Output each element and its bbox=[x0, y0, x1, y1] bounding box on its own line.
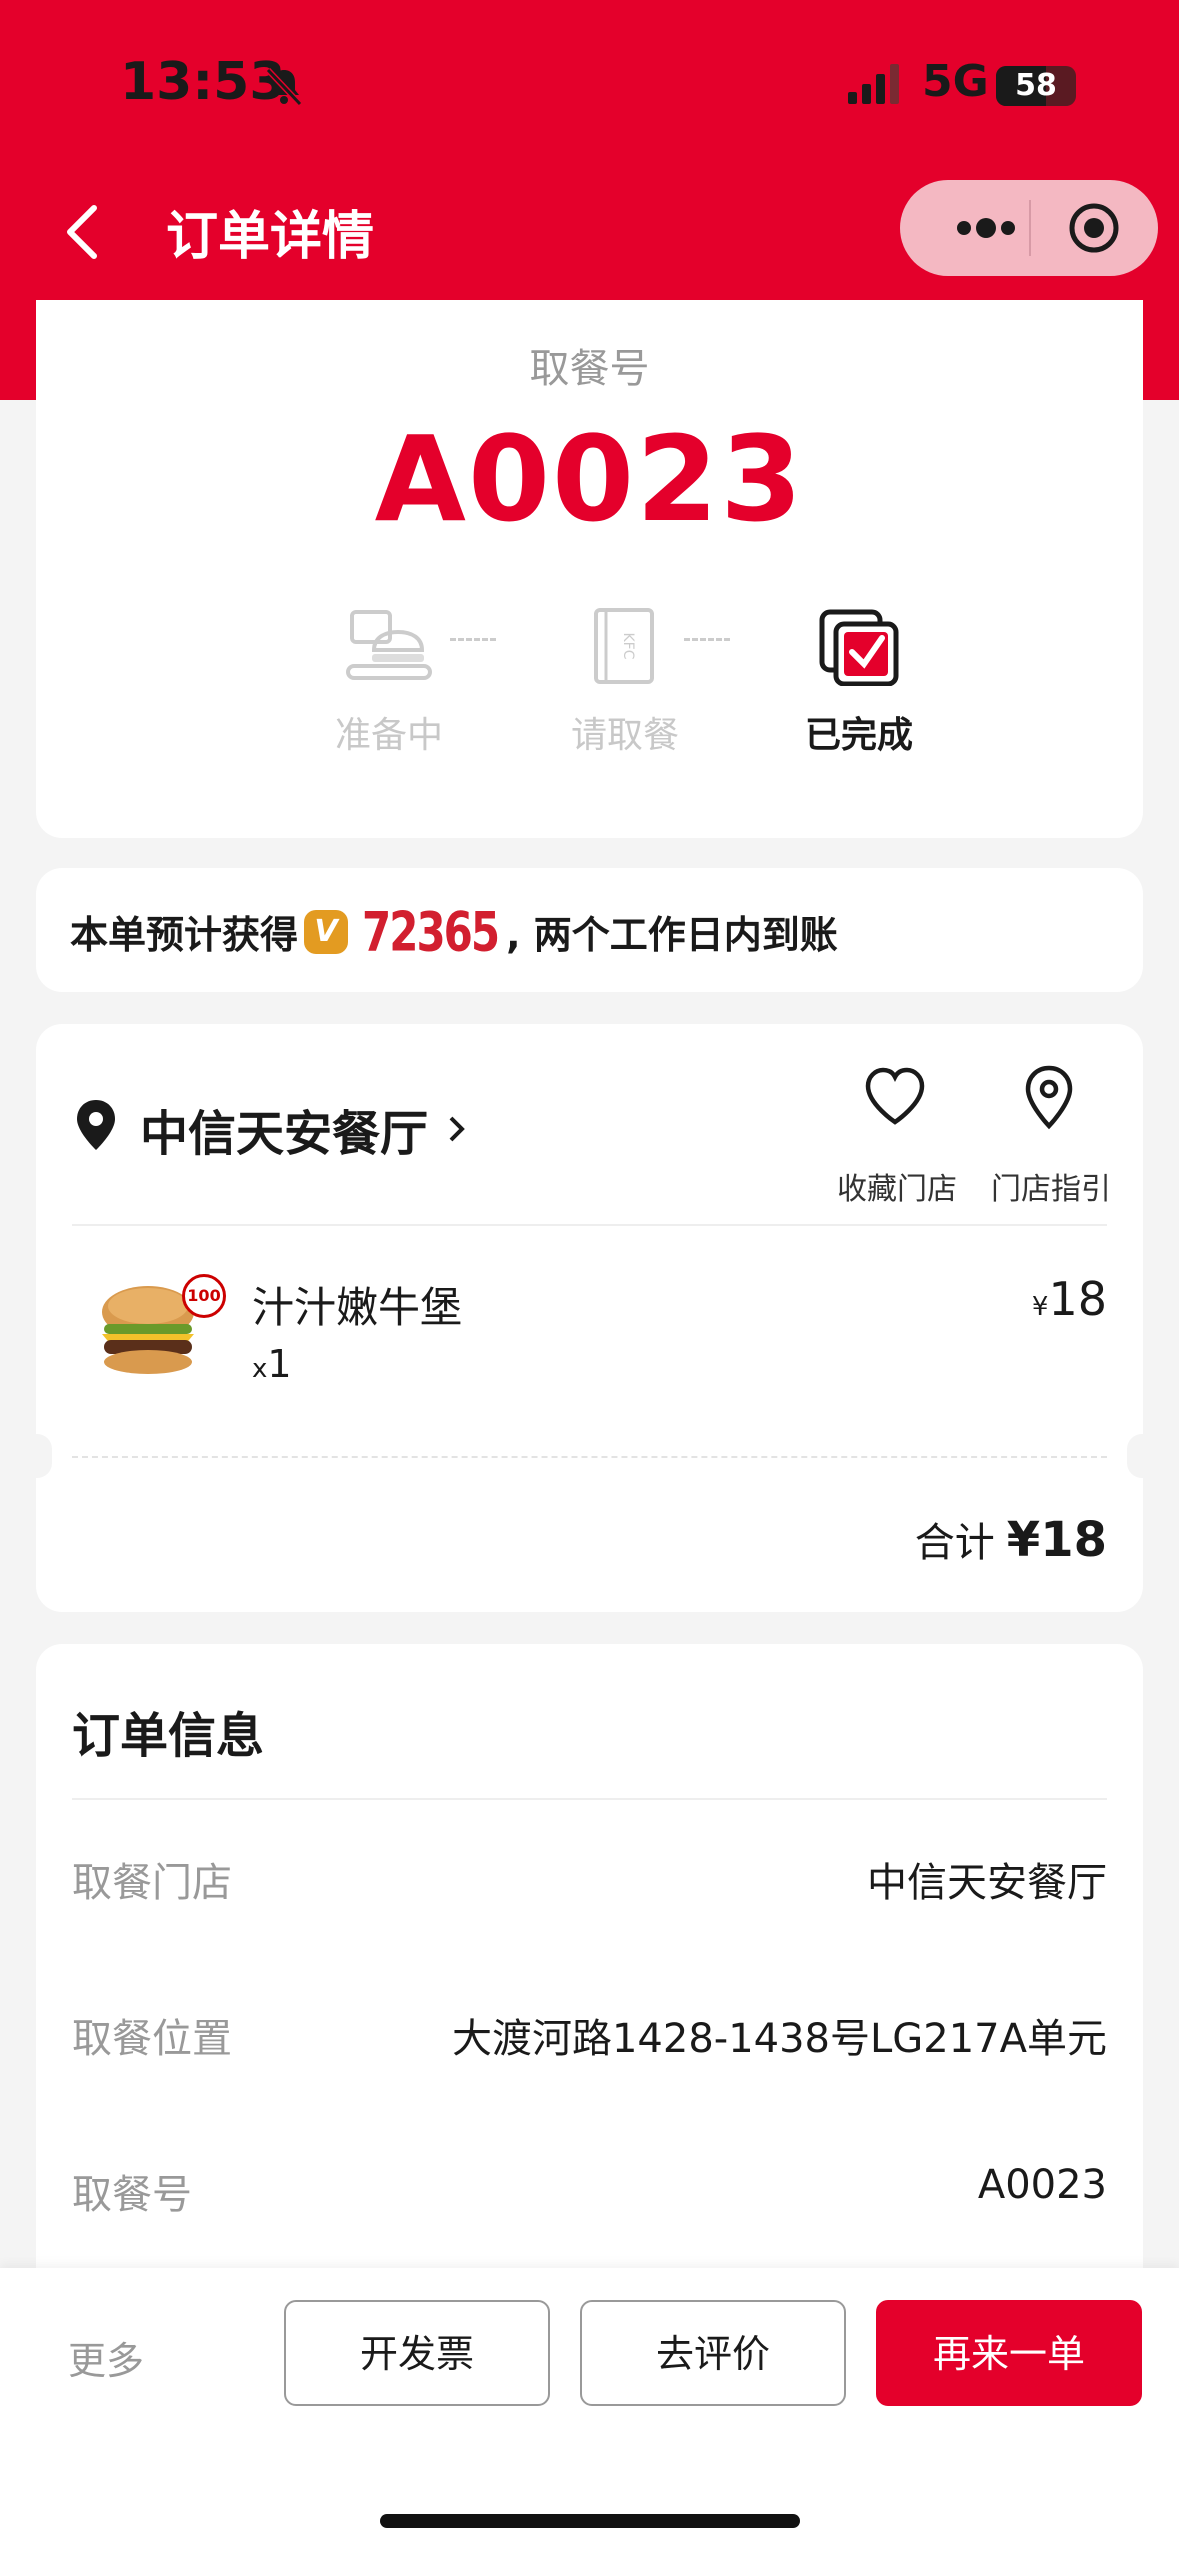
store-guide-button[interactable]: 门店指引 bbox=[986, 1064, 1111, 1207]
step-preparing: 准备中 bbox=[304, 606, 464, 756]
tray-icon bbox=[346, 610, 432, 680]
dashed-divider bbox=[72, 1456, 1107, 1458]
bag-icon: KFC bbox=[594, 608, 654, 684]
location-pin-icon bbox=[77, 1100, 115, 1150]
review-button[interactable]: 去评价 bbox=[580, 2300, 846, 2406]
chevron-right-icon[interactable] bbox=[446, 1114, 468, 1144]
points-text: 本单预计获得 V 72365 , 两个工作日内到账 bbox=[70, 900, 838, 964]
divider bbox=[72, 1224, 1107, 1226]
info-value: A0023 bbox=[977, 2162, 1107, 2208]
order-items-card: 中信天安餐厅 收藏门店 门店指引 100 汁汁嫩牛堡 x1 ¥18 合计 ¥18 bbox=[22, 1024, 1157, 1612]
info-value: 中信天安餐厅 bbox=[867, 1860, 1107, 1906]
invoice-button[interactable]: 开发票 bbox=[284, 2300, 550, 2406]
favorite-store-label: 收藏门店 bbox=[837, 1172, 957, 1207]
points-value: 72365 bbox=[362, 899, 500, 964]
order-info-title: 订单信息 bbox=[72, 1708, 265, 1764]
pickup-label: 取餐号 bbox=[529, 346, 650, 392]
pickup-number: A0023 bbox=[374, 410, 805, 548]
reorder-button[interactable]: 再来一单 bbox=[876, 2300, 1142, 2406]
points-suffix: , 两个工作日内到账 bbox=[506, 913, 838, 957]
product-quantity: x1 bbox=[252, 1342, 292, 1386]
close-target-icon[interactable] bbox=[1066, 200, 1122, 256]
battery-level: 58 bbox=[1015, 68, 1057, 103]
step-label: 准备中 bbox=[334, 715, 443, 756]
home-indicator[interactable] bbox=[380, 2514, 800, 2528]
more-dots-icon[interactable] bbox=[936, 200, 1056, 256]
more-button[interactable]: 更多 bbox=[68, 2330, 144, 2385]
ticket-notch bbox=[1127, 1434, 1157, 1478]
vip-badge-icon: V bbox=[304, 909, 349, 954]
heart-icon bbox=[865, 1067, 925, 1125]
page-title: 订单详情 bbox=[166, 207, 375, 267]
info-key: 取餐号 bbox=[72, 2172, 192, 2218]
info-row-location: 取餐位置 大渡河路1428-1438号LG217A单元 bbox=[72, 2006, 1107, 2066]
step-label: 请取餐 bbox=[570, 715, 679, 756]
order-total: 合计 ¥18 bbox=[914, 1512, 1107, 1568]
points-prefix: 本单预计获得 bbox=[70, 913, 299, 957]
info-row-store: 取餐门店 中信天安餐厅 bbox=[72, 1850, 1107, 1910]
battery-icon: 58 bbox=[996, 66, 1076, 106]
step-connector bbox=[450, 638, 496, 641]
step-completed: 已完成 bbox=[774, 606, 934, 756]
map-pin-icon bbox=[1025, 1065, 1073, 1130]
points-card: 本单预计获得 V 72365 , 两个工作日内到账 bbox=[36, 868, 1143, 992]
step-label: 已完成 bbox=[804, 715, 913, 756]
store-guide-label: 门店指引 bbox=[991, 1172, 1111, 1207]
store-name[interactable]: 中信天安餐厅 bbox=[140, 1094, 428, 1164]
product-name: 汁汁嫩牛堡 bbox=[252, 1283, 463, 1332]
signal-icon bbox=[848, 64, 899, 104]
pickup-card: 取餐号 A0023 准备中 KFC 请取餐 已完成 bbox=[36, 300, 1143, 838]
miniapp-capsule bbox=[900, 180, 1158, 276]
info-key: 取餐门店 bbox=[72, 1860, 232, 1906]
info-value: 大渡河路1428-1438号LG217A单元 bbox=[451, 2016, 1107, 2062]
silent-bell-icon bbox=[265, 67, 303, 107]
nav-bar: 订单详情 bbox=[0, 170, 1179, 290]
ticket-notch bbox=[22, 1434, 52, 1478]
bottom-action-bar: 更多 开发票 去评价 再来一单 bbox=[0, 2268, 1179, 2556]
status-time: 13:53 bbox=[120, 52, 286, 112]
anniversary-badge: 100 bbox=[182, 1274, 226, 1318]
step-connector bbox=[684, 638, 730, 641]
back-arrow-icon[interactable] bbox=[62, 202, 102, 262]
product-price: ¥18 bbox=[1031, 1272, 1107, 1326]
step-ready: KFC 请取餐 bbox=[540, 606, 700, 756]
favorite-store-button[interactable]: 收藏门店 bbox=[832, 1064, 957, 1207]
capsule-divider bbox=[1029, 200, 1031, 256]
svg-text:KFC: KFC bbox=[620, 632, 636, 659]
network-type: 5G bbox=[922, 56, 989, 107]
check-bag-icon bbox=[819, 609, 899, 686]
status-bar: 13:53 5G 58 bbox=[0, 0, 1179, 170]
info-row-pickup-number: 取餐号 A0023 bbox=[72, 2162, 1107, 2222]
info-key: 取餐位置 bbox=[72, 2016, 232, 2062]
divider bbox=[72, 1798, 1107, 1800]
